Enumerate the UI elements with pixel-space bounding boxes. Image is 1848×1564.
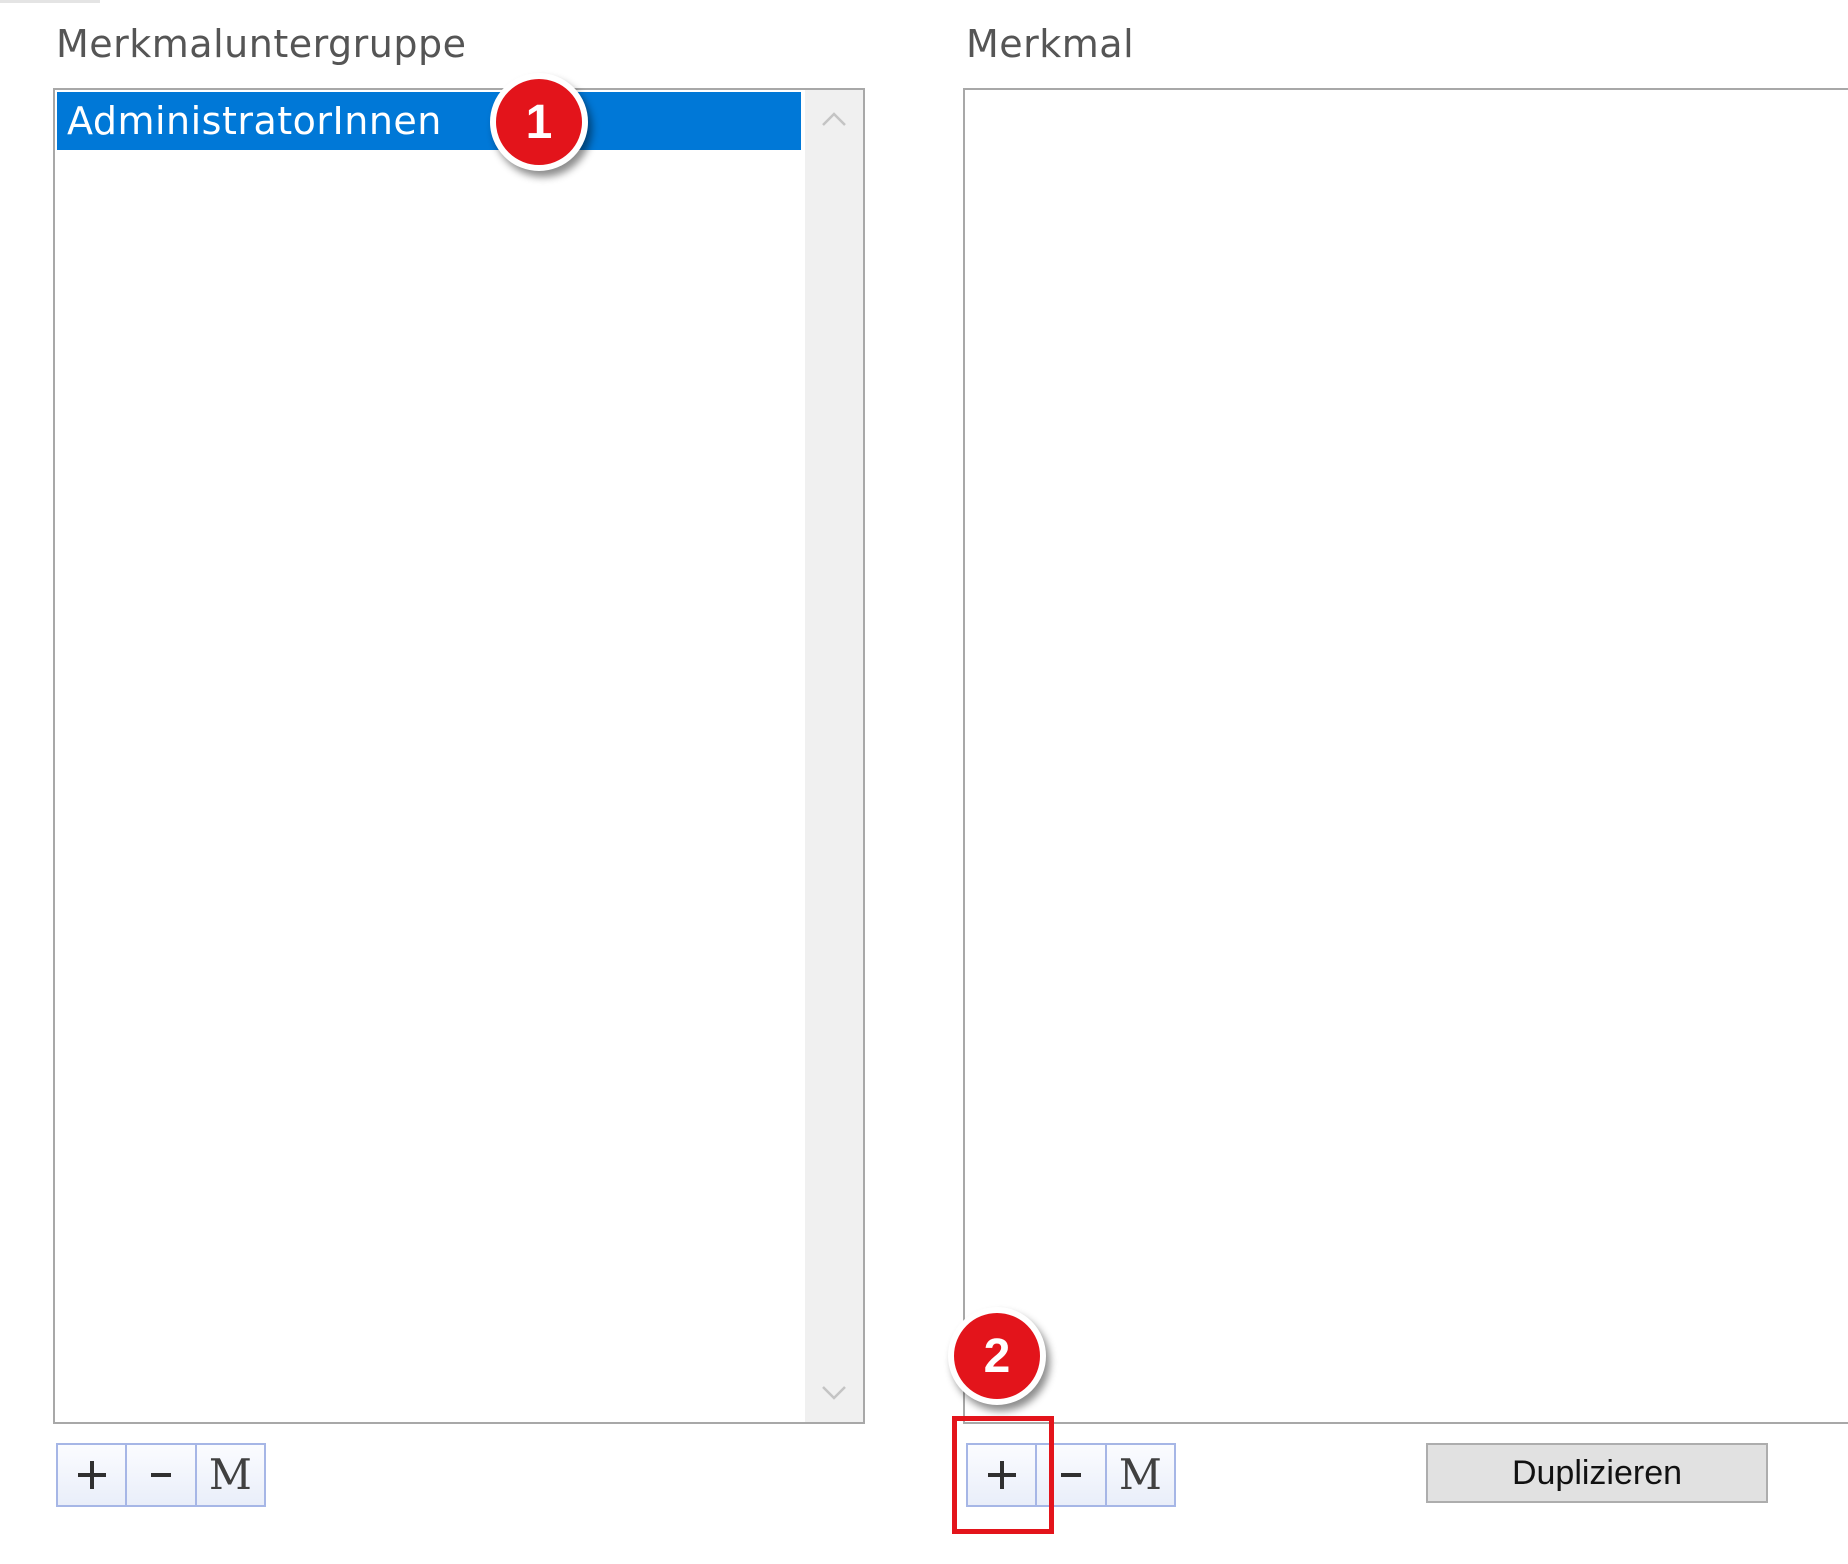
top-edge-divider (0, 0, 100, 3)
minus-icon (150, 1473, 171, 1477)
duplicate-button[interactable]: Duplizieren (1426, 1443, 1768, 1503)
highlight-add-merkmal-box (952, 1416, 1054, 1534)
plus-icon (77, 1461, 106, 1489)
m-merkmal-button[interactable]: M (1106, 1445, 1174, 1505)
merkmaluntergruppe-toolbar: M (56, 1443, 266, 1507)
screenshot-stage: Merkmaluntergruppe AdministratorInnen M … (0, 0, 1848, 1564)
list-item-administratorinnen[interactable]: AdministratorInnen (57, 92, 801, 150)
scroll-down-button[interactable] (805, 1364, 863, 1422)
merkmaluntergruppe-label: Merkmaluntergruppe (56, 22, 467, 66)
add-untergruppe-button[interactable] (58, 1445, 128, 1505)
merkmaluntergruppe-listbox[interactable]: AdministratorInnen (53, 88, 865, 1424)
minus-icon (1060, 1473, 1081, 1477)
step-badge-1: 1 (490, 73, 588, 171)
vertical-scrollbar[interactable] (805, 90, 863, 1422)
merkmal-listbox[interactable] (963, 88, 1848, 1424)
remove-untergruppe-button[interactable] (127, 1445, 197, 1505)
m-button-label: M (208, 1450, 252, 1499)
merkmal-label: Merkmal (966, 22, 1135, 66)
m-button-label: M (1118, 1450, 1162, 1499)
chevron-up-icon (822, 112, 846, 126)
m-untergruppe-button[interactable]: M (196, 1445, 264, 1505)
step-badge-2: 2 (948, 1307, 1046, 1405)
chevron-down-icon (822, 1386, 846, 1400)
scroll-up-button[interactable] (805, 90, 863, 148)
